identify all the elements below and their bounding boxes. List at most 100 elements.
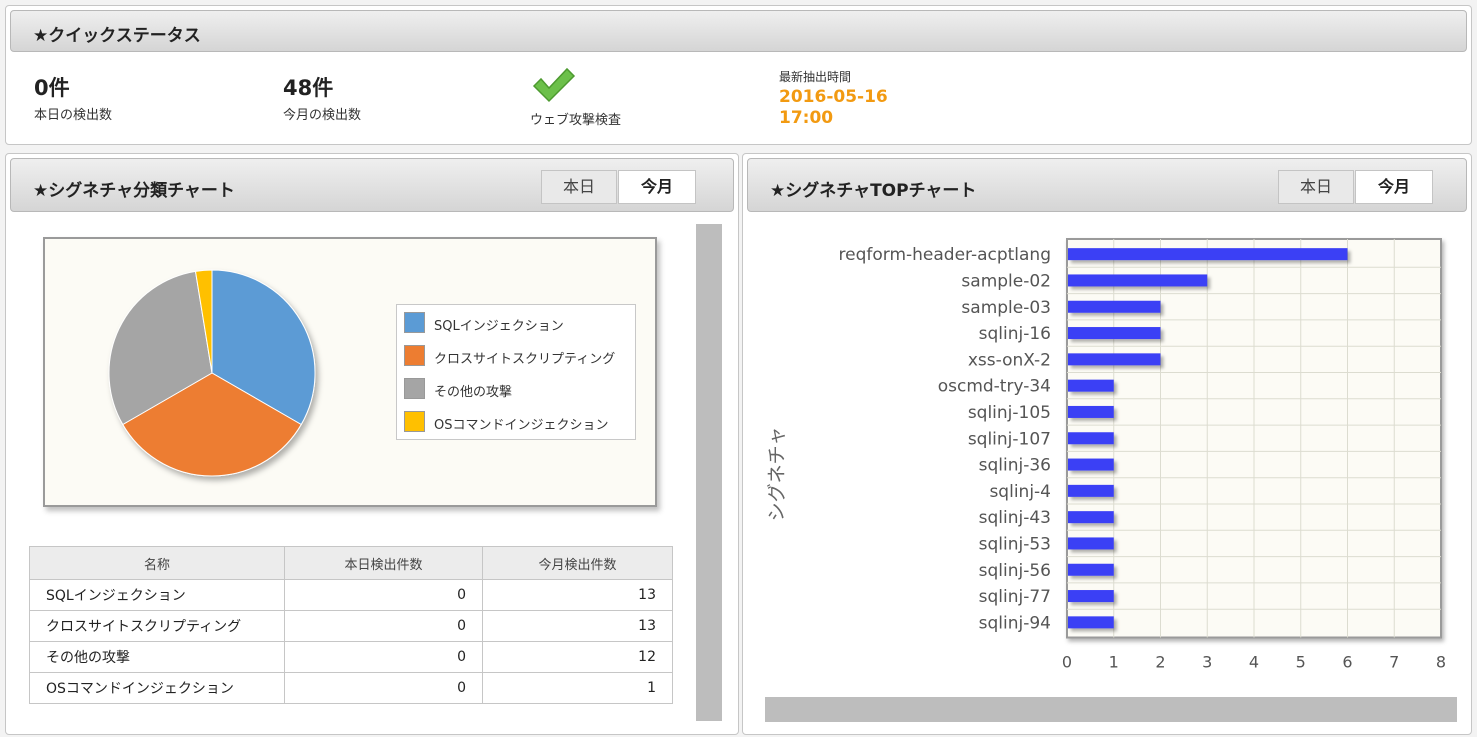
table-row: その他の攻撃 0 12 — [29, 641, 673, 673]
quick-status-title: ★クイックステータス — [33, 26, 201, 46]
bar — [1068, 353, 1161, 366]
bar — [1068, 379, 1114, 392]
tick-label: 0 — [1062, 653, 1072, 672]
category-table: 名称 本日検出件数 今月検出件数 SQLインジェクション 0 13 クロスサイト… — [29, 546, 673, 704]
legend-swatch — [404, 411, 425, 432]
month-count: 48件 — [283, 76, 334, 100]
bar — [1068, 300, 1161, 313]
tick-label: 1 — [1109, 653, 1119, 672]
legend-swatch — [404, 312, 425, 333]
category-label: sqlinj-16 — [979, 324, 1051, 344]
legend-label: クロスサイトスクリプティング — [434, 352, 616, 367]
bar — [1068, 405, 1114, 418]
today-count: 0件 — [34, 76, 70, 100]
table-header-row: 名称 本日検出件数 今月検出件数 — [29, 546, 673, 580]
category-vertical-scrollbar[interactable] — [696, 224, 722, 721]
category-label: sqlinj-43 — [979, 508, 1051, 528]
latest-extract-time: 17:00 — [779, 108, 834, 128]
category-label: sqlinj-53 — [979, 534, 1051, 554]
legend-swatch — [404, 345, 425, 366]
bar — [1068, 248, 1348, 261]
col-header-month: 今月検出件数 — [482, 546, 673, 580]
top-chart-header: ★シグネチャTOPチャート 本日 今月 — [747, 158, 1467, 212]
category-chart-header: ★シグネチャ分類チャート 本日 今月 — [10, 158, 734, 212]
bar — [1068, 484, 1114, 497]
category-chart-panel: ★シグネチャ分類チャート 本日 今月 SQLインジェクション クロスサイトスクリ… — [5, 153, 739, 735]
bar — [1068, 616, 1114, 629]
legend-item: クロスサイトスクリプティング — [404, 345, 634, 367]
category-label: sqlinj-105 — [968, 403, 1051, 423]
category-label: sqlinj-107 — [968, 429, 1051, 449]
bar — [1068, 537, 1114, 550]
legend-label: SQLインジェクション — [434, 319, 564, 334]
bar — [1068, 458, 1114, 471]
legend-item: SQLインジェクション — [404, 312, 634, 334]
cell-today: 0 — [284, 641, 483, 673]
check-icon — [532, 67, 576, 103]
tick-label: 7 — [1389, 653, 1399, 672]
category-label: sqlinj-94 — [979, 613, 1051, 633]
bar — [1068, 563, 1114, 576]
cell-month: 1 — [482, 672, 673, 704]
quick-status-header: ★クイックステータス — [10, 10, 1467, 52]
tick-label: 3 — [1202, 653, 1212, 672]
cell-name: SQLインジェクション — [29, 579, 285, 611]
table-row: SQLインジェクション 0 13 — [29, 579, 673, 611]
top-horizontal-scrollbar[interactable] — [765, 697, 1457, 722]
y-axis-label: シグネチャ — [766, 427, 788, 522]
latest-extract-label: 最新抽出時間 — [779, 70, 852, 84]
cell-month: 12 — [482, 641, 673, 673]
cell-today: 0 — [284, 610, 483, 642]
table-row: クロスサイトスクリプティング 0 13 — [29, 610, 673, 642]
col-header-name: 名称 — [29, 546, 285, 580]
bar — [1068, 590, 1114, 603]
category-label: oscmd-try-34 — [938, 377, 1051, 397]
tab-today[interactable]: 本日 — [1278, 170, 1354, 204]
cell-month: 13 — [482, 610, 673, 642]
top-bar-chart: reqform-header-acptlang sample-02 sample-0… — [766, 238, 1446, 672]
category-label: sample-03 — [961, 298, 1051, 318]
category-label: sample-02 — [961, 271, 1051, 291]
category-label: sqlinj-56 — [979, 561, 1051, 581]
table-row: OSコマンドインジェクション 0 1 — [29, 672, 673, 704]
bar — [1068, 327, 1161, 340]
category-label: reqform-header-acptlang — [839, 245, 1052, 265]
legend-label: OSコマンドインジェクション — [434, 418, 609, 433]
bar — [1068, 511, 1114, 524]
category-label: xss-onX-2 — [968, 350, 1051, 370]
tick-label: 8 — [1436, 653, 1446, 672]
top-chart-title: ★シグネチャTOPチャート — [770, 181, 977, 201]
category-chart-title: ★シグネチャ分類チャート — [33, 181, 235, 201]
top-chart-panel: ★シグネチャTOPチャート 本日 今月 reqform-header-acptl… — [742, 153, 1472, 735]
pie-chart-frame: SQLインジェクション クロスサイトスクリプティング その他の攻撃 OSコマンド… — [43, 237, 657, 507]
cell-name: OSコマンドインジェクション — [29, 672, 285, 704]
legend-item: OSコマンドインジェクション — [404, 411, 634, 433]
category-label: sqlinj-36 — [979, 456, 1051, 476]
cell-today: 0 — [284, 579, 483, 611]
bar — [1068, 274, 1208, 287]
web-attack-check-label: ウェブ攻撃検査 — [530, 113, 622, 128]
cell-today: 0 — [284, 672, 483, 704]
tick-label: 2 — [1155, 653, 1165, 672]
quick-status-panel: ★クイックステータス 0件 本日の検出数 48件 今月の検出数 ウェブ攻撃検査 … — [5, 5, 1472, 145]
bar — [1068, 432, 1114, 445]
cell-month: 13 — [482, 579, 673, 611]
legend-label: その他の攻撃 — [434, 385, 513, 400]
legend-swatch — [404, 378, 425, 399]
tick-label: 6 — [1342, 653, 1352, 672]
tab-month[interactable]: 今月 — [1355, 170, 1433, 204]
category-label: sqlinj-77 — [979, 587, 1051, 607]
cell-name: クロスサイトスクリプティング — [29, 610, 285, 642]
cell-name: その他の攻撃 — [29, 641, 285, 673]
col-header-today: 本日検出件数 — [284, 546, 483, 580]
category-label: sqlinj-4 — [989, 482, 1051, 502]
tab-today[interactable]: 本日 — [541, 170, 617, 204]
month-count-label: 今月の検出数 — [283, 108, 362, 123]
pie-legend: SQLインジェクション クロスサイトスクリプティング その他の攻撃 OSコマンド… — [396, 304, 636, 440]
legend-item: その他の攻撃 — [404, 378, 634, 400]
tab-month[interactable]: 今月 — [618, 170, 696, 204]
tick-label: 4 — [1249, 653, 1259, 672]
today-count-label: 本日の検出数 — [34, 108, 113, 123]
latest-extract-date: 2016-05-16 — [779, 87, 888, 107]
tick-label: 5 — [1296, 653, 1306, 672]
